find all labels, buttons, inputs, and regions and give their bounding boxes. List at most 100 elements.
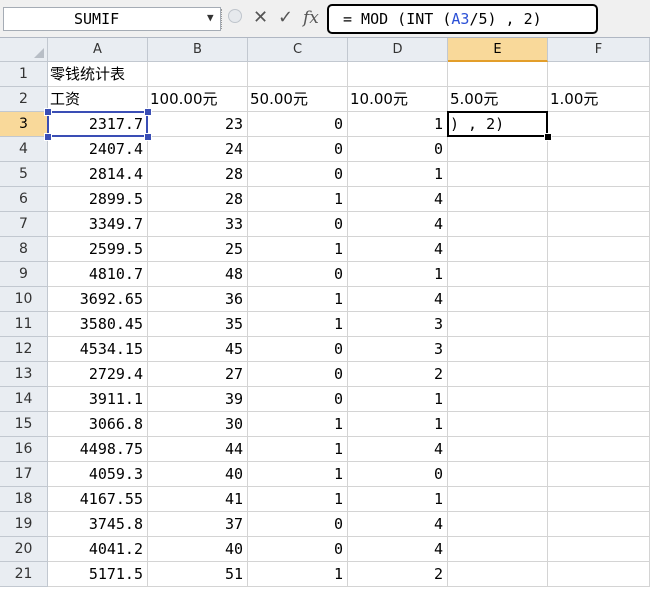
cell-f12[interactable] bbox=[548, 337, 650, 362]
cell-b7[interactable]: 33 bbox=[148, 212, 248, 237]
cell-f11[interactable] bbox=[548, 312, 650, 337]
cell-e5[interactable] bbox=[448, 162, 548, 187]
row-header-7[interactable]: 7 bbox=[0, 212, 48, 237]
cell-d6[interactable]: 4 bbox=[348, 187, 448, 212]
row-header-5[interactable]: 5 bbox=[0, 162, 48, 187]
cell-c7[interactable]: 0 bbox=[248, 212, 348, 237]
cell-c11[interactable]: 1 bbox=[248, 312, 348, 337]
row-header-3[interactable]: 3 bbox=[0, 112, 48, 137]
cell-c13[interactable]: 0 bbox=[248, 362, 348, 387]
cell-b11[interactable]: 35 bbox=[148, 312, 248, 337]
cell-d8[interactable]: 4 bbox=[348, 237, 448, 262]
cell-a18[interactable]: 4167.55 bbox=[48, 487, 148, 512]
cell-c3[interactable]: 0 bbox=[248, 112, 348, 137]
reference-resize-handle[interactable] bbox=[44, 108, 52, 116]
cell-e17[interactable] bbox=[448, 462, 548, 487]
cell-f17[interactable] bbox=[548, 462, 650, 487]
row-header-16[interactable]: 16 bbox=[0, 437, 48, 462]
cell-e15[interactable] bbox=[448, 412, 548, 437]
cell-b14[interactable]: 39 bbox=[148, 387, 248, 412]
column-header-a[interactable]: A bbox=[48, 38, 148, 62]
cell-d13[interactable]: 2 bbox=[348, 362, 448, 387]
cell-c1[interactable] bbox=[248, 62, 348, 87]
cell-a20[interactable]: 4041.2 bbox=[48, 537, 148, 562]
cell-a19[interactable]: 3745.8 bbox=[48, 512, 148, 537]
cell-d9[interactable]: 1 bbox=[348, 262, 448, 287]
cell-b12[interactable]: 45 bbox=[148, 337, 248, 362]
reference-resize-handle[interactable] bbox=[44, 133, 52, 141]
cell-c19[interactable]: 0 bbox=[248, 512, 348, 537]
row-header-20[interactable]: 20 bbox=[0, 537, 48, 562]
cell-e13[interactable] bbox=[448, 362, 548, 387]
cell-d7[interactable]: 4 bbox=[348, 212, 448, 237]
cell-e16[interactable] bbox=[448, 437, 548, 462]
cell-f21[interactable] bbox=[548, 562, 650, 587]
cell-f1[interactable] bbox=[548, 62, 650, 87]
row-header-14[interactable]: 14 bbox=[0, 387, 48, 412]
cell-b16[interactable]: 44 bbox=[148, 437, 248, 462]
cell-d21[interactable]: 2 bbox=[348, 562, 448, 587]
cell-f6[interactable] bbox=[548, 187, 650, 212]
row-header-13[interactable]: 13 bbox=[0, 362, 48, 387]
cell-c12[interactable]: 0 bbox=[248, 337, 348, 362]
cell-a10[interactable]: 3692.65 bbox=[48, 287, 148, 312]
cell-d14[interactable]: 1 bbox=[348, 387, 448, 412]
row-header-18[interactable]: 18 bbox=[0, 487, 48, 512]
cell-c9[interactable]: 0 bbox=[248, 262, 348, 287]
formula-input[interactable]: = MOD (INT (A3/5) , 2) bbox=[327, 4, 598, 34]
cell-f14[interactable] bbox=[548, 387, 650, 412]
row-header-19[interactable]: 19 bbox=[0, 512, 48, 537]
cell-b21[interactable]: 51 bbox=[148, 562, 248, 587]
cell-d11[interactable]: 3 bbox=[348, 312, 448, 337]
cell-b17[interactable]: 40 bbox=[148, 462, 248, 487]
cell-d4[interactable]: 0 bbox=[348, 137, 448, 162]
cell-d10[interactable]: 4 bbox=[348, 287, 448, 312]
cell-a21[interactable]: 5171.5 bbox=[48, 562, 148, 587]
cell-c8[interactable]: 1 bbox=[248, 237, 348, 262]
select-all-button[interactable] bbox=[0, 38, 48, 62]
cell-f4[interactable] bbox=[548, 137, 650, 162]
cell-c18[interactable]: 1 bbox=[248, 487, 348, 512]
cell-f3[interactable] bbox=[548, 112, 650, 137]
cell-a16[interactable]: 4498.75 bbox=[48, 437, 148, 462]
cell-c15[interactable]: 1 bbox=[248, 412, 348, 437]
cell-d16[interactable]: 4 bbox=[348, 437, 448, 462]
cell-a12[interactable]: 4534.15 bbox=[48, 337, 148, 362]
cell-a13[interactable]: 2729.4 bbox=[48, 362, 148, 387]
cell-f15[interactable] bbox=[548, 412, 650, 437]
insert-function-icon[interactable]: fx bbox=[303, 6, 319, 30]
row-header-1[interactable]: 1 bbox=[0, 62, 48, 87]
cell-d12[interactable]: 3 bbox=[348, 337, 448, 362]
cell-f10[interactable] bbox=[548, 287, 650, 312]
cell-d20[interactable]: 4 bbox=[348, 537, 448, 562]
cell-b10[interactable]: 36 bbox=[148, 287, 248, 312]
cell-f18[interactable] bbox=[548, 487, 650, 512]
cell-a7[interactable]: 3349.7 bbox=[48, 212, 148, 237]
cell-a3[interactable]: 2317.7 bbox=[48, 112, 148, 137]
row-header-12[interactable]: 12 bbox=[0, 337, 48, 362]
cell-c4[interactable]: 0 bbox=[248, 137, 348, 162]
cell-b8[interactable]: 25 bbox=[148, 237, 248, 262]
formula-bar-splitter[interactable] bbox=[221, 9, 225, 29]
cell-c17[interactable]: 1 bbox=[248, 462, 348, 487]
cell-f16[interactable] bbox=[548, 437, 650, 462]
cell-e18[interactable] bbox=[448, 487, 548, 512]
cell-e20[interactable] bbox=[448, 537, 548, 562]
chevron-down-icon[interactable]: ▼ bbox=[207, 11, 214, 24]
cell-d5[interactable]: 1 bbox=[348, 162, 448, 187]
cell-a5[interactable]: 2814.4 bbox=[48, 162, 148, 187]
row-header-2[interactable]: 2 bbox=[0, 87, 48, 112]
cell-e12[interactable] bbox=[448, 337, 548, 362]
cell-b3[interactable]: 23 bbox=[148, 112, 248, 137]
cell-c20[interactable]: 0 bbox=[248, 537, 348, 562]
cell-f19[interactable] bbox=[548, 512, 650, 537]
column-header-f[interactable]: F bbox=[548, 38, 650, 62]
cell-e14[interactable] bbox=[448, 387, 548, 412]
cell-f5[interactable] bbox=[548, 162, 650, 187]
cell-d2[interactable]: 10.00元 bbox=[348, 87, 448, 112]
cell-e8[interactable] bbox=[448, 237, 548, 262]
cell-e1[interactable] bbox=[448, 62, 548, 87]
cell-b9[interactable]: 48 bbox=[148, 262, 248, 287]
row-header-6[interactable]: 6 bbox=[0, 187, 48, 212]
cell-e7[interactable] bbox=[448, 212, 548, 237]
